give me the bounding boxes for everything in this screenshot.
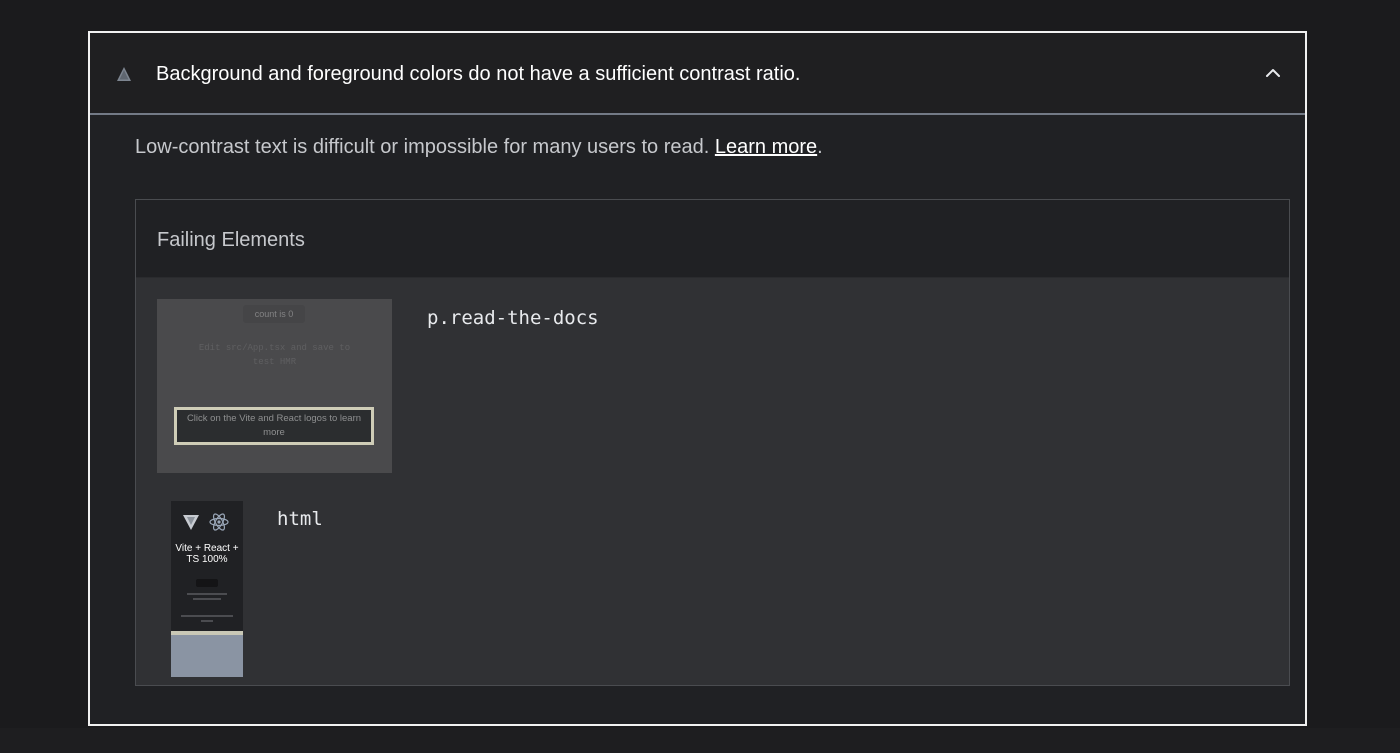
thumbnail-text-line <box>181 615 233 617</box>
warning-triangle-icon <box>116 66 132 82</box>
element-screenshot-thumbnail[interactable]: count is 0 Edit src/App.tsx and save to … <box>157 299 392 473</box>
failing-elements-title: Failing Elements <box>157 229 305 251</box>
description-text: Low-contrast text is difficult or imposs… <box>135 136 715 158</box>
audit-header[interactable]: Background and foreground colors do not … <box>90 33 1305 115</box>
learn-more-link[interactable]: Learn more <box>715 136 817 158</box>
audit-description: Low-contrast text is difficult or imposs… <box>135 133 823 161</box>
lighthouse-report-page: Background and foreground colors do not … <box>0 0 1400 753</box>
thumbnail-bottom-area <box>171 635 243 677</box>
thumbnail-text-line <box>187 593 227 595</box>
element-selector[interactable]: html <box>277 508 323 530</box>
thumbnail-title: Vite + React + TS 100% <box>175 543 239 565</box>
thumbnail-edit-text: Edit src/App.tsx and save to test HMR <box>198 343 351 367</box>
audit-title: Background and foreground colors do not … <box>156 63 801 85</box>
chevron-up-icon[interactable] <box>1263 63 1283 83</box>
page-bottom-strip <box>0 728 1400 753</box>
thumbnail-text-line <box>193 598 221 600</box>
thumbnail-highlighted-element: Click on the Vite and React logos to lea… <box>174 407 374 445</box>
thumbnail-text-line <box>201 620 213 622</box>
failing-elements-table: Failing Elements count is 0 Edit src/App… <box>135 199 1290 686</box>
element-screenshot-thumbnail[interactable]: Vite + React + TS 100% <box>171 501 243 677</box>
thumbnail-count-label: count is 0 <box>243 305 305 323</box>
thumbnail-count-button <box>196 579 218 587</box>
contrast-audit-card: Background and foreground colors do not … <box>88 31 1307 726</box>
failing-elements-header: Failing Elements <box>136 200 1289 278</box>
description-period: . <box>817 136 823 158</box>
vite-react-logos-icon <box>183 513 229 531</box>
element-selector[interactable]: p.read-the-docs <box>427 307 599 329</box>
